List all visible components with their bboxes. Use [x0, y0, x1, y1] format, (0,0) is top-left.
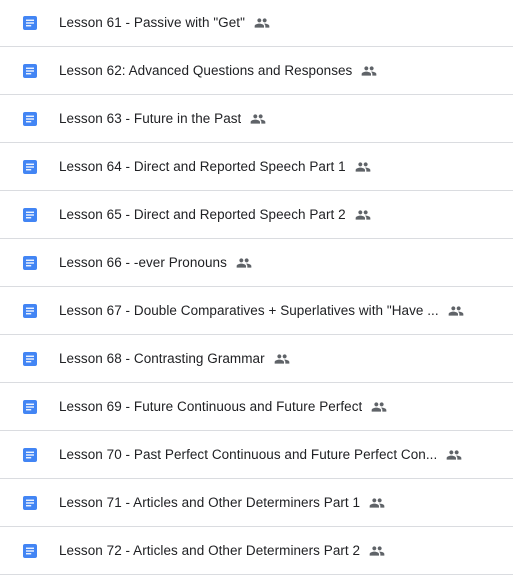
file-row-9[interactable]: Lesson 69 - Future Continuous and Future… [0, 383, 513, 431]
file-row-12[interactable]: Lesson 72 - Articles and Other Determine… [0, 527, 513, 575]
file-row-4[interactable]: Lesson 64 - Direct and Reported Speech P… [0, 143, 513, 191]
file-name-wrap: Lesson 65 - Direct and Reported Speech P… [59, 191, 499, 238]
file-name-wrap: Lesson 64 - Direct and Reported Speech P… [59, 143, 499, 190]
google-docs-icon [23, 16, 37, 30]
people-icon [371, 401, 387, 412]
file-name: Lesson 64 - Direct and Reported Speech P… [59, 158, 346, 174]
file-row-6[interactable]: Lesson 66 - -ever Pronouns [0, 239, 513, 287]
file-row-11[interactable]: Lesson 71 - Articles and Other Determine… [0, 479, 513, 527]
file-name: Lesson 61 - Passive with "Get" [59, 15, 245, 30]
file-name-wrap: Lesson 66 - -ever Pronouns [59, 239, 499, 286]
file-name-wrap: Lesson 63 - Future in the Past [59, 95, 499, 142]
file-row-2[interactable]: Lesson 62: Advanced Questions and Respon… [0, 47, 513, 95]
people-icon [448, 305, 463, 316]
google-docs-icon [23, 351, 37, 366]
file-name-wrap: Lesson 70 - Past Perfect Continuous and … [59, 431, 499, 478]
file-name: Lesson 62: Advanced Questions and Respon… [59, 62, 353, 78]
file-row-8[interactable]: Lesson 68 - Contrasting Grammar [0, 335, 513, 383]
file-name: Lesson 68 - Contrasting Grammar [59, 350, 265, 366]
file-name: Lesson 69 - Future Continuous and Future… [59, 398, 363, 414]
file-name: Lesson 65 - Direct and Reported Speech P… [59, 206, 346, 222]
google-docs-icon [23, 111, 37, 126]
file-name-wrap: Lesson 68 - Contrasting Grammar [59, 335, 499, 382]
people-icon [355, 161, 371, 172]
people-icon [355, 209, 371, 220]
file-row-10[interactable]: Lesson 70 - Past Perfect Continuous and … [0, 431, 513, 479]
google-docs-icon [23, 159, 37, 174]
people-icon [446, 449, 462, 460]
file-name: Lesson 67 - Double Comparatives + Superl… [59, 302, 439, 318]
people-icon [236, 257, 252, 268]
file-name: Lesson 71 - Articles and Other Determine… [59, 494, 361, 510]
google-docs-icon [23, 543, 37, 558]
google-docs-icon [23, 63, 37, 78]
file-name-wrap: Lesson 67 - Double Comparatives + Superl… [59, 287, 499, 334]
file-list: Lesson 61 - Passive with "Get" Lesson 62… [0, 0, 513, 575]
file-name-wrap: Lesson 72 - Articles and Other Determine… [59, 527, 499, 574]
file-name-wrap: Lesson 62: Advanced Questions and Respon… [59, 47, 499, 94]
people-icon [362, 65, 377, 76]
file-name-wrap: Lesson 71 - Articles and Other Determine… [59, 479, 499, 526]
people-icon [369, 545, 385, 556]
people-icon [251, 113, 266, 124]
google-docs-icon [23, 447, 37, 462]
file-row-7[interactable]: Lesson 67 - Double Comparatives + Superl… [0, 287, 513, 335]
file-name-wrap: Lesson 61 - Passive with "Get" [59, 0, 499, 46]
people-icon [369, 497, 385, 508]
file-name: Lesson 70 - Past Perfect Continuous and … [59, 446, 438, 462]
file-row-5[interactable]: Lesson 65 - Direct and Reported Speech P… [0, 191, 513, 239]
people-icon [274, 353, 289, 364]
people-icon [254, 18, 270, 28]
google-docs-icon [23, 495, 37, 510]
google-docs-icon [23, 303, 37, 318]
google-docs-icon [23, 207, 37, 222]
google-docs-icon [23, 399, 37, 414]
file-name: Lesson 63 - Future in the Past [59, 110, 242, 126]
file-row-1[interactable]: Lesson 61 - Passive with "Get" [0, 0, 513, 47]
google-docs-icon [23, 255, 37, 270]
file-name: Lesson 72 - Articles and Other Determine… [59, 542, 361, 558]
file-row-3[interactable]: Lesson 63 - Future in the Past [0, 95, 513, 143]
file-name: Lesson 66 - -ever Pronouns [59, 254, 227, 270]
file-name-wrap: Lesson 69 - Future Continuous and Future… [59, 383, 499, 430]
